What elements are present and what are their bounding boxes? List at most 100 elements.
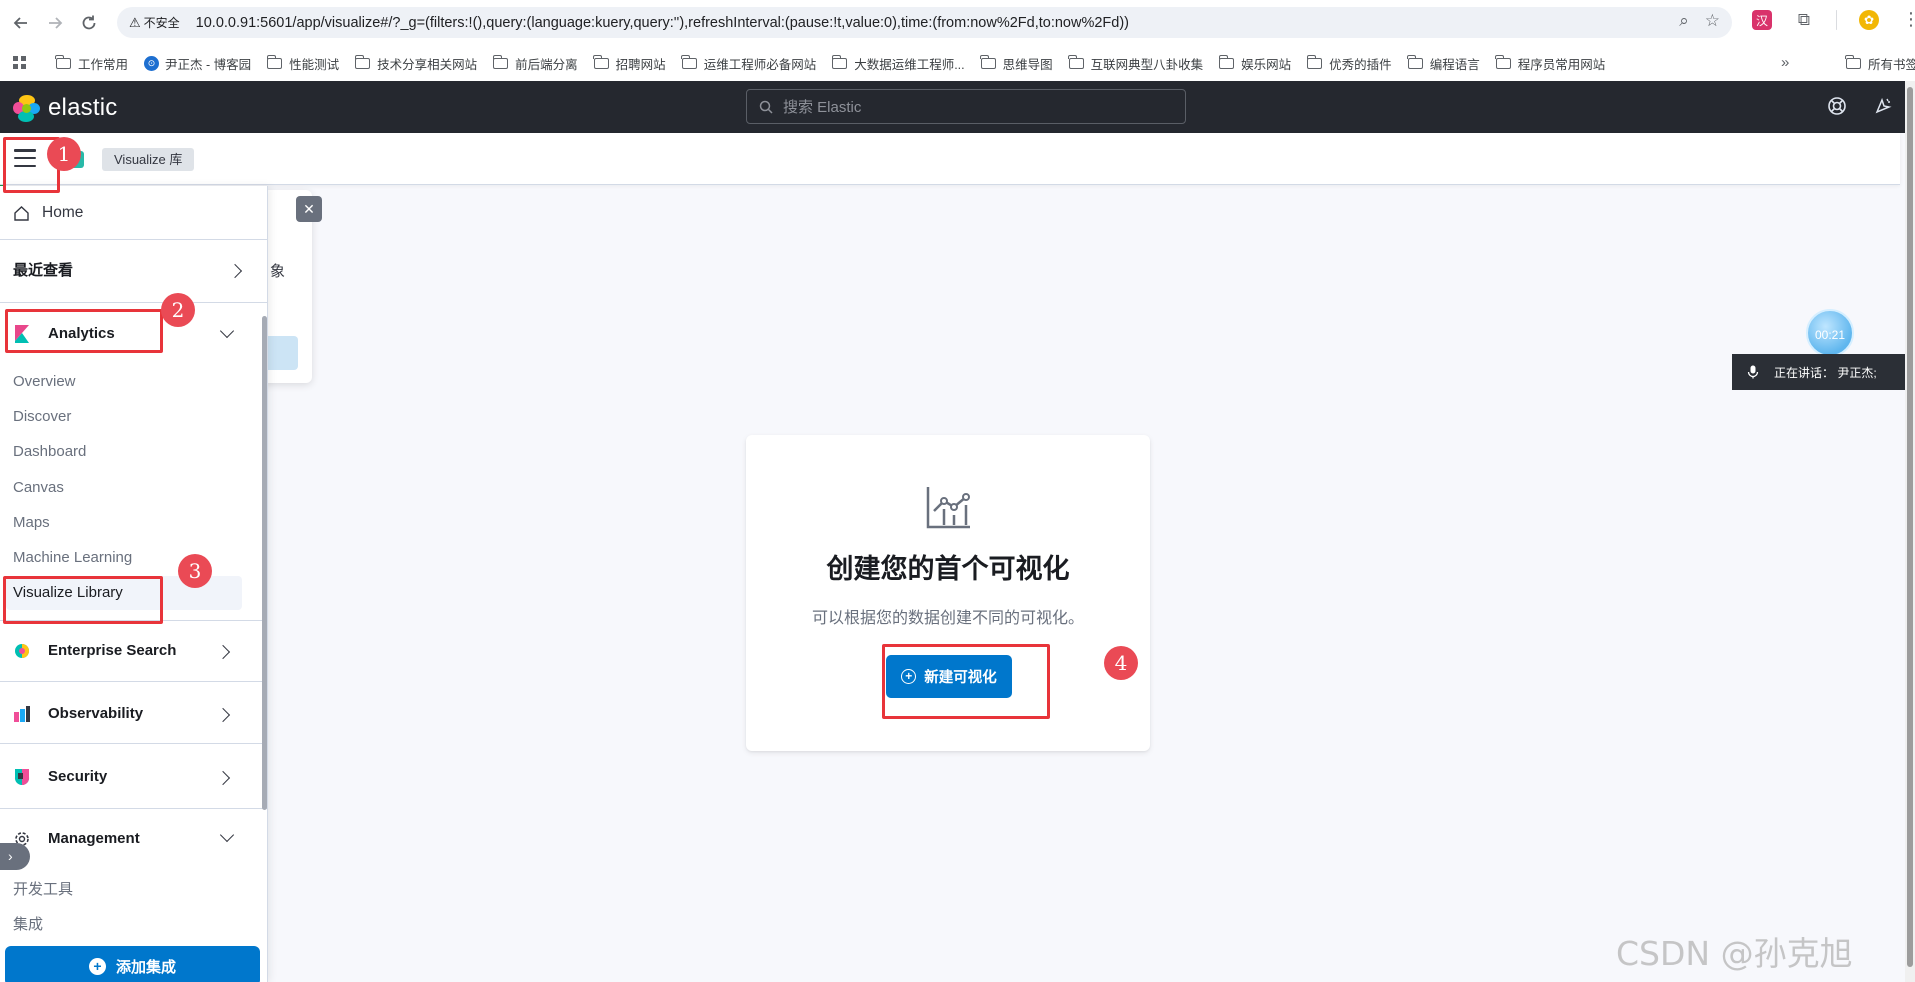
chevron-down-icon[interactable] [219, 323, 235, 339]
folder-icon [1845, 54, 1861, 69]
bookmark-folder[interactable]: 大数据运维工程师... [831, 54, 965, 73]
folder-icon [1068, 54, 1084, 69]
add-integration-button[interactable]: + 添加集成 [5, 946, 260, 982]
divider [0, 239, 267, 240]
bookmark-folder[interactable]: 互联网典型八卦收集 [1068, 54, 1203, 73]
bookmark-folder[interactable]: 性能测试 [266, 54, 339, 73]
home-icon [14, 205, 29, 221]
breadcrumb[interactable]: Visualize 库 [102, 148, 195, 171]
microphone-icon [1747, 365, 1759, 379]
global-search-input[interactable]: 搜索 Elastic [746, 89, 1186, 124]
zoom-icon[interactable]: ⌕ [1679, 11, 1689, 31]
speaking-indicator: 正在讲话： 尹正杰; [1732, 354, 1915, 390]
breadcrumb-bar: Visualize 库 [0, 133, 1900, 185]
divider [0, 743, 267, 744]
chevron-double-right-icon[interactable]: » [1781, 54, 1789, 71]
bookmark-star-icon[interactable]: ☆ [1705, 11, 1720, 31]
chevron-down-icon[interactable] [219, 827, 235, 843]
annotation-badge-2: 2 [161, 293, 195, 327]
profile-avatar-icon[interactable]: ✿ [1859, 10, 1879, 30]
folder-icon [1218, 54, 1235, 69]
vertical-divider [1836, 10, 1837, 30]
folder-icon [831, 54, 848, 69]
folder-icon [1407, 54, 1423, 69]
meeting-timer[interactable]: 00:21 [1806, 309, 1854, 357]
folder-icon [593, 54, 609, 69]
folder-icon [681, 54, 697, 69]
insecure-indicator[interactable]: ⚠ 不安全 [129, 14, 180, 31]
tour-popover: ✕ 象 [262, 190, 322, 383]
folder-icon [492, 54, 509, 69]
bookmark-folder[interactable]: 前后端分离 [492, 54, 578, 73]
bookmark-folder[interactable]: 程序员常用网站 [1495, 54, 1605, 73]
nav-recently-viewed[interactable]: 最近查看 [13, 259, 73, 280]
nav-item-discover[interactable]: Discover [13, 408, 71, 425]
chevron-right-icon[interactable] [215, 644, 231, 660]
bookmark-folder[interactable]: 娱乐网站 [1218, 54, 1291, 73]
nav-item-machine-learning[interactable]: Machine Learning [13, 549, 132, 566]
address-bar[interactable]: ⚠ 不安全 10.0.0.91:5601/app/visualize#/?_g=… [117, 7, 1732, 38]
folder-icon [55, 54, 71, 69]
security-icon [14, 769, 30, 786]
empty-prompt-title: 创建您的首个可视化 [826, 554, 1070, 584]
close-icon[interactable]: ✕ [296, 196, 322, 222]
nav-scrollbar[interactable] [262, 316, 267, 810]
bookmark-folder[interactable]: 工作常用 [55, 54, 128, 73]
bookmark-folder[interactable]: 招聘网站 [593, 54, 666, 73]
warning-icon: ⚠ [129, 14, 141, 30]
reload-icon[interactable] [74, 8, 104, 38]
bookmark-folder[interactable]: 优秀的插件 [1306, 54, 1392, 73]
extensions-icon[interactable]: ⧉ [1794, 10, 1814, 30]
visualize-app-icon [926, 487, 970, 529]
chevron-right-icon[interactable] [215, 707, 231, 723]
nav-home[interactable]: Home [13, 204, 83, 222]
annotation-box-3 [3, 576, 163, 624]
elastic-logo-icon [13, 94, 40, 122]
browser-menu-icon[interactable]: ⋮ [1901, 10, 1915, 30]
chevron-right-icon[interactable] [227, 263, 243, 279]
nav-group-security[interactable]: Security [48, 768, 107, 785]
browser-toolbar: ⚠ 不安全 10.0.0.91:5601/app/visualize#/?_g=… [0, 0, 1915, 45]
nav-item-dev-tools[interactable]: 开发工具 [13, 878, 73, 899]
nav-item-overview[interactable]: Overview [13, 373, 76, 390]
folder-icon [266, 54, 283, 69]
cnblogs-icon: ⊙ [144, 55, 160, 71]
help-icon[interactable] [1827, 96, 1847, 116]
apps-grid-icon[interactable] [6, 53, 34, 73]
annotation-badge-1: 1 [47, 137, 81, 171]
annotation-badge-3: 3 [178, 554, 212, 588]
annotation-badge-4: 4 [1104, 646, 1138, 680]
bookmark-folder[interactable]: 思维导图 [980, 54, 1053, 73]
chevron-right-icon[interactable] [215, 770, 231, 786]
nav-group-observability[interactable]: Observability [48, 705, 143, 722]
nav-group-management[interactable]: Management [48, 830, 140, 847]
divider [0, 681, 267, 682]
nav-item-maps[interactable]: Maps [13, 514, 50, 531]
bookmark-folder[interactable]: 编程语言 [1407, 54, 1480, 73]
collapse-nav-icon[interactable]: › [0, 843, 30, 870]
bookmarks-bar: 工作常用 ⊙ 尹正杰 - 博客园 性能测试 技术分享相关网站 前后端分离 招聘网站… [0, 45, 1915, 81]
annotation-box-4 [882, 644, 1050, 719]
divider [0, 302, 267, 303]
forward-icon[interactable] [40, 8, 70, 38]
bookmark-link[interactable]: ⊙ 尹正杰 - 博客园 [144, 54, 251, 73]
nav-group-enterprise-search[interactable]: Enterprise Search [48, 642, 176, 659]
url-text: 10.0.0.91:5601/app/visualize#/?_g=(filte… [195, 14, 1129, 31]
news-feed-icon[interactable] [1873, 96, 1893, 116]
page-scrollbar[interactable] [1905, 81, 1915, 982]
translate-extension-icon[interactable]: 汉 [1752, 10, 1772, 30]
empty-prompt-description: 可以根据您的数据创建不同的可视化。 [811, 610, 1084, 627]
nav-item-canvas[interactable]: Canvas [13, 479, 64, 496]
folder-icon [354, 54, 371, 69]
back-icon[interactable] [6, 8, 36, 38]
all-bookmarks[interactable]: 所有书签 [1845, 45, 1915, 81]
app-header: elastic 搜索 Elastic [0, 81, 1905, 133]
elastic-logo[interactable]: elastic [13, 94, 117, 122]
nav-item-dashboard[interactable]: Dashboard [13, 443, 86, 460]
bookmark-folder[interactable]: 运维工程师必备网站 [681, 54, 816, 73]
nav-item-integrations[interactable]: 集成 [13, 913, 43, 934]
folder-icon [980, 54, 996, 69]
bookmark-folder[interactable]: 技术分享相关网站 [354, 54, 477, 73]
watermark: CSDN @孙克旭 [1616, 934, 1853, 973]
search-placeholder: 搜索 Elastic [783, 99, 862, 116]
